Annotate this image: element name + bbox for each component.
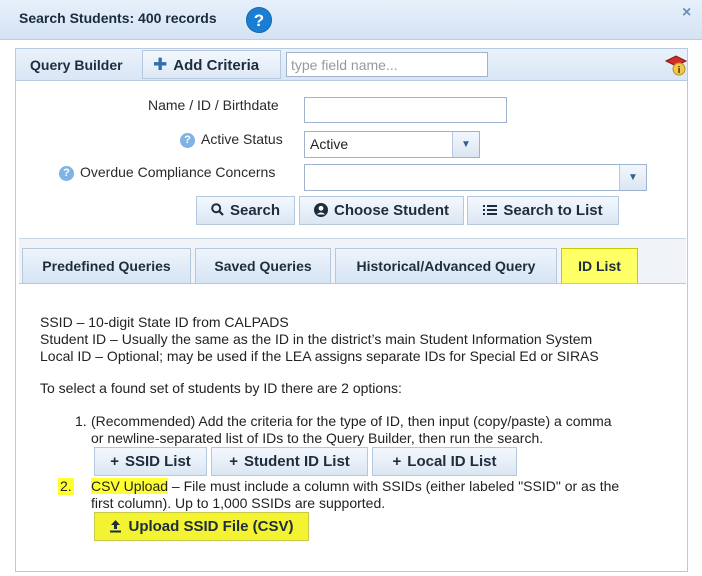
local-id-list-label: Local ID List [407,453,497,470]
field-name-input[interactable] [286,52,488,77]
help-icon[interactable]: ? [246,7,272,33]
upload-ssid-file-button[interactable]: Upload SSID File (CSV) [94,512,309,541]
dialog-title: Search Students: 400 records [19,10,217,26]
ssid-list-button[interactable]: + SSID List [94,447,207,476]
local-id-description: Local ID – Optional; may be used if the … [40,348,599,364]
name-id-birthdate-label: Name / ID / Birthdate [148,97,279,113]
id-list-content: SSID – 10-digit State ID from CALPADS St… [19,283,686,571]
student-id-list-label: Student ID List [243,453,350,470]
search-button[interactable]: Search [196,196,295,225]
option-1-text-line-2: or newline-separated list of IDs to the … [91,430,544,446]
svg-text:i: i [677,66,680,76]
active-status-select[interactable]: Active ▼ [304,131,480,158]
options-intro: To select a found set of students by ID … [40,380,402,396]
add-criteria-label: Add Criteria [173,57,260,74]
search-panel: Query Builder ✚ Add Criteria i Name / ID … [15,48,688,572]
name-id-birthdate-input[interactable] [304,97,507,123]
query-tabs: Predefined Queries Saved Queries Histori… [19,238,686,284]
query-builder-bar: Query Builder ✚ Add Criteria i [16,49,688,81]
option-2-number: 2. [58,478,74,495]
student-id-description: Student ID – Usually the same as the ID … [40,331,593,347]
help-icon[interactable]: ? [59,166,74,181]
option-2-text-line-2: first column). Up to 1,000 SSIDs are sup… [91,495,386,511]
ssid-list-label: SSID List [124,453,191,470]
csv-upload-title: CSV Upload [91,478,169,494]
help-icon[interactable]: ? [180,133,195,148]
plus-icon: + [229,453,238,470]
search-to-list-button[interactable]: Search to List [467,196,619,225]
tab-id-list[interactable]: ID List [561,248,638,283]
choose-student-label: Choose Student [334,202,449,219]
plus-icon: ✚ [153,55,168,74]
local-id-list-button[interactable]: + Local ID List [372,447,517,476]
search-icon [211,203,224,216]
add-criteria-button[interactable]: ✚ Add Criteria [142,50,281,79]
search-to-list-label: Search to List [503,202,603,219]
dialog-titlebar: Search Students: 400 records ? × [0,0,702,40]
tab-historical-advanced-query[interactable]: Historical/Advanced Query [335,248,557,283]
user-circle-icon [314,203,328,217]
tab-saved-queries[interactable]: Saved Queries [195,248,331,283]
chevron-down-icon[interactable]: ▼ [619,165,646,190]
query-builder-title: Query Builder [30,57,123,73]
chevron-down-icon[interactable]: ▼ [452,132,479,157]
plus-icon: + [110,453,119,470]
overdue-compliance-select[interactable]: ▼ [304,164,647,191]
tab-predefined-queries[interactable]: Predefined Queries [22,248,191,283]
list-icon [483,205,498,215]
upload-icon [110,520,122,533]
student-id-list-button[interactable]: + Student ID List [211,447,368,476]
search-label: Search [229,202,281,219]
graduation-cap-info-icon[interactable]: i [664,53,688,77]
option-1-number: 1. [75,413,87,429]
choose-student-button[interactable]: Choose Student [299,196,464,225]
plus-icon: + [392,453,402,470]
active-status-value: Active [310,136,349,152]
overdue-compliance-label: ? Overdue Compliance Concerns [59,164,275,181]
close-icon[interactable]: × [682,4,691,22]
option-1-text-line-1: (Recommended) Add the criteria for the t… [91,413,612,429]
option-2-text-line-1: CSV Upload – File must include a column … [91,478,620,494]
upload-ssid-file-label: Upload SSID File (CSV) [128,518,294,535]
active-status-label: ? Active Status [180,131,283,148]
ssid-description: SSID – 10-digit State ID from CALPADS [40,314,289,330]
